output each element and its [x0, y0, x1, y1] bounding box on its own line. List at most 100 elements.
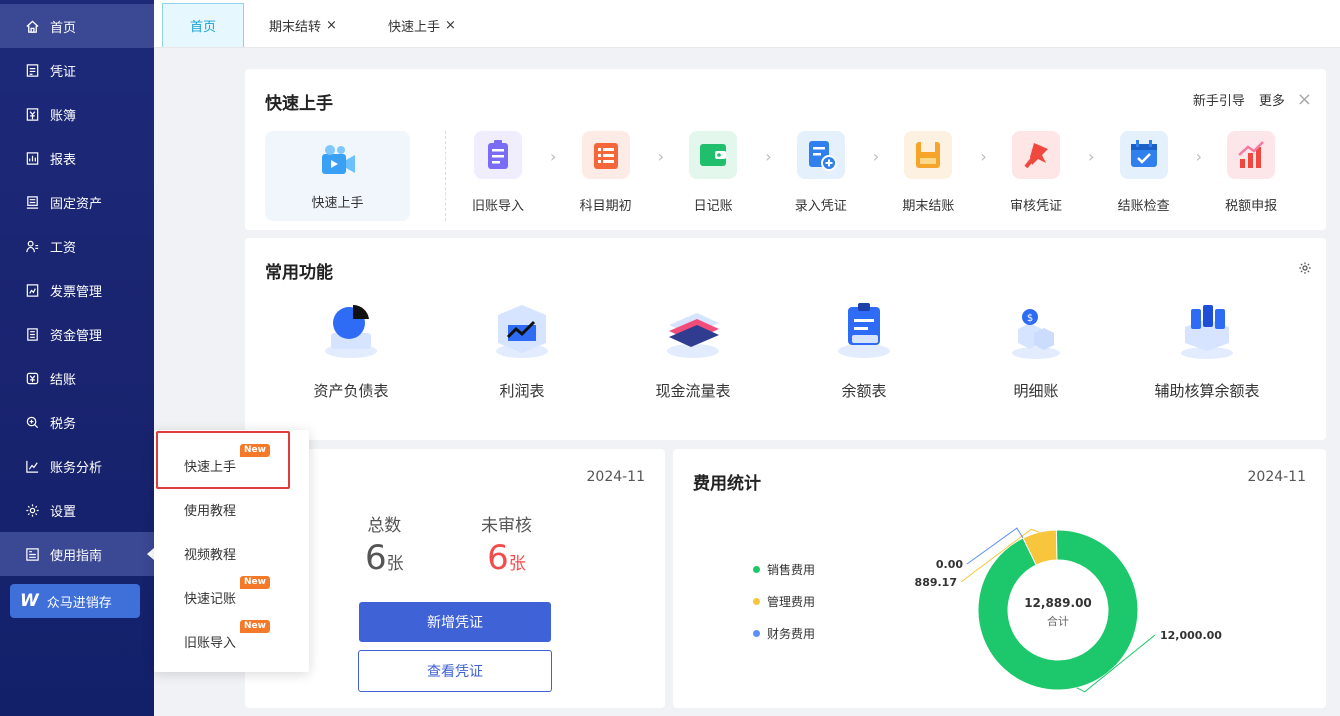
- cards-stack-icon: [658, 296, 728, 366]
- sidebar-item-label: 使用指南: [50, 548, 103, 564]
- func-balance-table[interactable]: 余额表: [794, 296, 934, 401]
- sidebar-item-ledger[interactable]: 账簿: [0, 92, 154, 136]
- sidebar-item-label: 结账: [50, 372, 77, 388]
- step-label: 录入凭证: [794, 199, 847, 214]
- close-icon[interactable]: ×: [1297, 89, 1312, 110]
- chevron-right-icon: ›: [980, 147, 987, 166]
- slice-value-label: 0.00: [936, 558, 963, 571]
- sidebar-item-fixed-assets[interactable]: 固定资产: [0, 180, 154, 224]
- chevron-right-icon: ›: [1195, 147, 1202, 166]
- step-icon: [1227, 131, 1276, 179]
- new-badge: New: [240, 620, 270, 633]
- highlight-frame: [156, 431, 290, 489]
- func-cash-flow[interactable]: 现金流量表: [623, 296, 763, 401]
- sidebar-item-fund[interactable]: 资金管理: [0, 312, 154, 356]
- donut-total-label: 合计: [1047, 614, 1069, 628]
- sidebar-item-label: 报表: [50, 152, 77, 168]
- home-icon: [24, 18, 40, 34]
- pie-chart-icon: [316, 296, 386, 366]
- video-camera-icon: [316, 142, 360, 184]
- step-label: 税额申报: [1225, 199, 1278, 214]
- func-label: 余额表: [841, 382, 887, 400]
- sidebar-item-settings[interactable]: 设置: [0, 488, 154, 532]
- clipboard-icon: [829, 296, 899, 366]
- popup-item-legacy-import[interactable]: 旧账导入 New: [184, 620, 270, 651]
- sidebar-item-analysis[interactable]: 账务分析: [0, 444, 154, 488]
- voucher-period: 2024-11: [586, 469, 646, 485]
- quick-start-step[interactable]: 录入凭证: [781, 131, 861, 214]
- quick-start-step[interactable]: 日记账: [673, 131, 753, 214]
- popup-item-video-tutorial[interactable]: 视频教程: [184, 544, 236, 563]
- ledger-icon: [24, 106, 40, 122]
- stat-label: 总数: [367, 516, 402, 536]
- func-auxiliary-balance[interactable]: 辅助核算余额表: [1137, 296, 1277, 401]
- chevron-right-icon: ›: [657, 147, 664, 166]
- sidebar-item-label: 税务: [50, 416, 77, 432]
- sidebar-item-home[interactable]: 首页: [0, 4, 154, 48]
- close-icon[interactable]: ×: [326, 18, 337, 33]
- popup-item-quick-booking[interactable]: 快速记账 New: [184, 576, 270, 607]
- quick-start-step[interactable]: 税额申报: [1211, 131, 1291, 214]
- func-balance-sheet[interactable]: 资产负债表: [281, 296, 421, 401]
- erp-link-button[interactable]: W 众马进销存: [10, 584, 140, 618]
- quick-start-step[interactable]: 审核凭证: [996, 131, 1076, 214]
- func-detail-ledger[interactable]: $ 明细账: [966, 296, 1106, 401]
- sidebar-item-closing[interactable]: 结账: [0, 356, 154, 400]
- slice-value-label: 889.17: [915, 576, 957, 589]
- right-gutter: [1332, 48, 1340, 716]
- beginner-guide-link[interactable]: 新手引导: [1193, 90, 1245, 109]
- step-icon: [1012, 131, 1060, 179]
- expense-donut-chart: 12,000.00 889.17 0.00 12,889.00 合计: [915, 527, 1222, 693]
- popup-item-tutorial[interactable]: 使用教程: [184, 500, 236, 519]
- step-label: 审核凭证: [1009, 199, 1062, 214]
- tax-icon: [24, 414, 40, 430]
- sidebar-item-label: 工资: [50, 240, 77, 256]
- sidebar-item-tax[interactable]: 税务: [0, 400, 154, 444]
- more-link[interactable]: 更多: [1259, 90, 1285, 109]
- view-voucher-button[interactable]: 查看凭证: [358, 650, 552, 692]
- func-income-statement[interactable]: 利润表: [452, 296, 592, 401]
- sidebar-item-invoice[interactable]: 发票管理: [0, 268, 154, 312]
- sidebar-item-salary[interactable]: 工资: [0, 224, 154, 268]
- tab-bar: 首页 期末结转 × 快速上手 ×: [154, 0, 1340, 48]
- chevron-right-icon: ›: [765, 147, 772, 166]
- step-label: 期末结账: [902, 199, 955, 214]
- report-icon: [24, 150, 40, 166]
- tab-quick-start[interactable]: 快速上手 ×: [388, 3, 456, 47]
- sidebar: 首页 凭证 账簿 报表 固定资产 工资 发票管理 资金管理 结账 税务 账务分析: [0, 0, 154, 716]
- sidebar-item-report[interactable]: 报表: [0, 136, 154, 180]
- sidebar-item-label: 设置: [50, 504, 77, 520]
- step-icon: [581, 131, 630, 179]
- quick-start-main-label: 快速上手: [311, 195, 364, 211]
- zhongma-logo-icon: W: [20, 591, 39, 611]
- gear-icon: [24, 502, 40, 518]
- chevron-right-icon: ›: [550, 147, 557, 166]
- step-label: 结账检查: [1117, 199, 1170, 214]
- func-label: 资产负债表: [313, 382, 389, 400]
- add-voucher-button[interactable]: 新增凭证: [359, 602, 551, 642]
- salary-icon: [24, 238, 40, 254]
- func-label: 利润表: [499, 382, 545, 400]
- guide-pointer-arrow: [147, 548, 154, 560]
- total-vouchers-stat: 总数 6张: [365, 511, 404, 578]
- quick-start-step[interactable]: 旧账导入: [458, 131, 538, 214]
- tab-home[interactable]: 首页: [162, 3, 244, 47]
- quick-start-step[interactable]: 科目期初: [566, 131, 646, 214]
- close-icon[interactable]: ×: [445, 18, 456, 33]
- quick-start-video-button[interactable]: 快速上手: [265, 131, 410, 221]
- quick-start-step[interactable]: 结账检查: [1104, 131, 1184, 214]
- common-functions-card: 常用功能 资产负债表 利润表 现金流量表 余额表 $ 明细账 辅助核算余额表: [245, 238, 1326, 440]
- voucher-icon: [24, 62, 40, 78]
- quick-start-links: 新手引导 更多 ×: [1179, 89, 1312, 110]
- tab-period-end-transfer[interactable]: 期末结转 ×: [269, 3, 337, 47]
- step-icon: [796, 131, 845, 179]
- sidebar-item-voucher[interactable]: 凭证: [0, 48, 154, 92]
- quick-start-step[interactable]: 期末结账: [888, 131, 968, 214]
- sidebar-item-label: 发票管理: [50, 284, 103, 300]
- settings-gear-icon[interactable]: [1298, 260, 1312, 279]
- bar-chart-icon: [487, 296, 557, 366]
- donut-slice-0[interactable]: [977, 529, 1139, 691]
- sidebar-item-guide[interactable]: 使用指南: [0, 532, 154, 576]
- step-label: 科目期初: [579, 199, 632, 214]
- func-label: 辅助核算余额表: [1154, 382, 1260, 400]
